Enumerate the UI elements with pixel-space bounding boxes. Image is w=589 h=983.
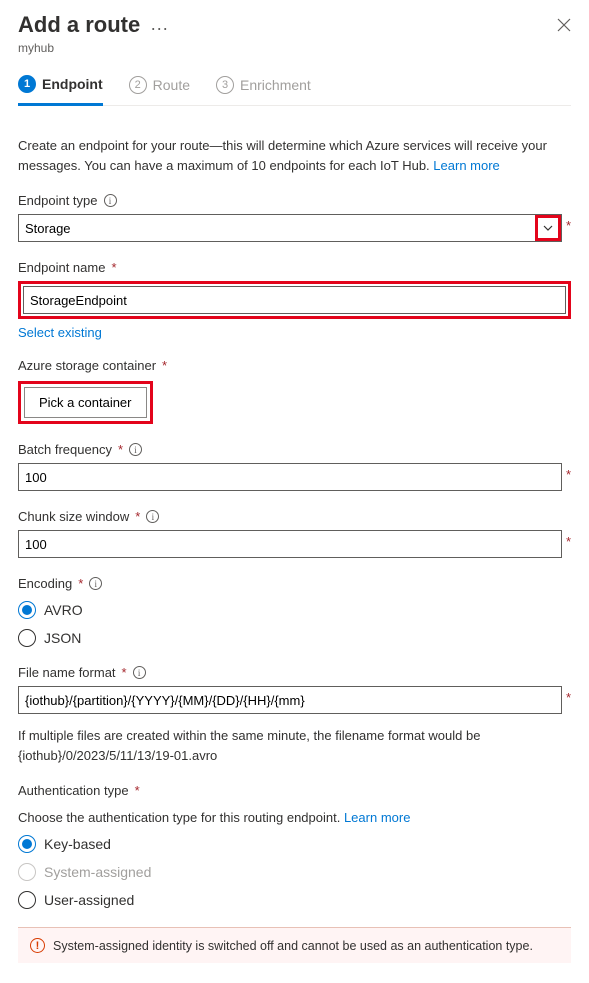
step-number-icon: 1 <box>18 75 36 93</box>
step-route[interactable]: 2 Route <box>129 75 190 105</box>
more-icon[interactable]: ··· <box>150 12 168 39</box>
radio-label: AVRO <box>44 602 83 618</box>
auth-type-label: Authentication type <box>18 783 129 798</box>
required-marker: * <box>78 576 83 591</box>
step-enrichment[interactable]: 3 Enrichment <box>216 75 311 105</box>
required-marker: * <box>135 783 140 798</box>
radio-label: System-assigned <box>44 864 151 880</box>
filename-format-input[interactable] <box>18 686 562 714</box>
auth-user-assigned-radio[interactable] <box>18 891 36 909</box>
encoding-json-radio[interactable] <box>18 629 36 647</box>
filename-format-label: File name format <box>18 665 116 680</box>
required-marker: * <box>566 467 571 482</box>
radio-label: Key-based <box>44 836 111 852</box>
required-marker: * <box>566 218 571 233</box>
pick-container-button[interactable]: Pick a container <box>24 387 147 418</box>
encoding-label: Encoding <box>18 576 72 591</box>
endpoint-type-label: Endpoint type <box>18 193 98 208</box>
info-icon[interactable]: i <box>104 194 117 207</box>
auth-note: Choose the authentication type for this … <box>18 810 571 825</box>
page-title: Add a route <box>18 12 140 38</box>
required-marker: * <box>118 442 123 457</box>
radio-label: User-assigned <box>44 892 134 908</box>
alert-text: System-assigned identity is switched off… <box>53 939 533 953</box>
chunk-size-input[interactable] <box>18 530 562 558</box>
info-icon[interactable]: i <box>146 510 159 523</box>
select-existing-link[interactable]: Select existing <box>18 325 102 340</box>
required-marker: * <box>135 509 140 524</box>
auth-key-based-radio[interactable] <box>18 835 36 853</box>
step-number-icon: 2 <box>129 76 147 94</box>
auth-system-assigned-radio <box>18 863 36 881</box>
radio-label: JSON <box>44 630 81 646</box>
warning-icon: ! <box>30 938 45 953</box>
container-label: Azure storage container <box>18 358 156 373</box>
step-label: Route <box>153 77 190 93</box>
filename-note: If multiple files are created within the… <box>18 726 571 765</box>
required-marker: * <box>566 690 571 705</box>
step-number-icon: 3 <box>216 76 234 94</box>
chunk-size-label: Chunk size window <box>18 509 129 524</box>
close-icon[interactable] <box>557 12 571 37</box>
endpoint-name-input[interactable] <box>23 286 566 314</box>
info-icon[interactable]: i <box>133 666 146 679</box>
required-marker: * <box>162 358 167 373</box>
step-label: Endpoint <box>42 76 103 92</box>
required-marker: * <box>111 260 116 275</box>
identity-alert: ! System-assigned identity is switched o… <box>18 927 571 963</box>
required-marker: * <box>566 534 571 549</box>
step-label: Enrichment <box>240 77 311 93</box>
learn-more-link[interactable]: Learn more <box>433 158 499 173</box>
auth-learn-more-link[interactable]: Learn more <box>344 810 410 825</box>
step-endpoint[interactable]: 1 Endpoint <box>18 75 103 106</box>
batch-frequency-input[interactable] <box>18 463 562 491</box>
info-icon[interactable]: i <box>89 577 102 590</box>
wizard-steps: 1 Endpoint 2 Route 3 Enrichment <box>18 75 571 106</box>
endpoint-type-select[interactable]: Storage <box>18 214 562 242</box>
hub-name: myhub <box>18 41 571 55</box>
batch-frequency-label: Batch frequency <box>18 442 112 457</box>
required-marker: * <box>122 665 127 680</box>
endpoint-name-label: Endpoint name <box>18 260 105 275</box>
intro-text: Create an endpoint for your route—this w… <box>18 136 571 175</box>
encoding-avro-radio[interactable] <box>18 601 36 619</box>
info-icon[interactable]: i <box>129 443 142 456</box>
